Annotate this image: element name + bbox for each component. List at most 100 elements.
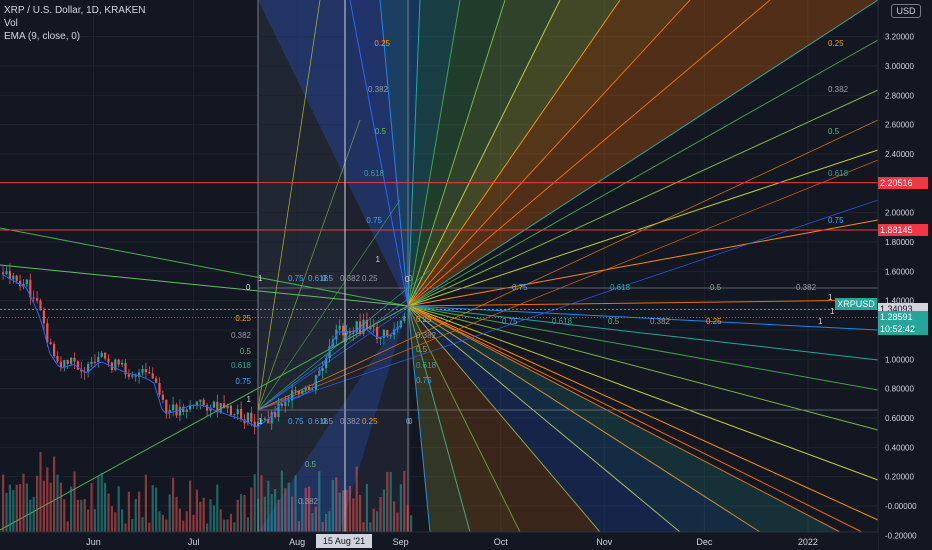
volume-bar: [161, 514, 164, 532]
candle-body: [148, 372, 151, 374]
legend-symbol[interactable]: XRP / U.S. Dollar, 1D, KRAKEN: [4, 4, 146, 17]
fib-top-row-label-3: 0.5: [322, 274, 334, 283]
fib-pivot-column-label-4: 0.75: [416, 376, 432, 385]
legend-volume[interactable]: Vol: [4, 17, 146, 30]
volume-bar: [141, 517, 144, 532]
volume-bar: [396, 512, 399, 532]
volume-bar: [104, 482, 107, 532]
candle-body: [2, 272, 5, 275]
volume-bar: [389, 471, 392, 532]
volume-bar: [277, 499, 280, 532]
volume-bar: [212, 505, 215, 532]
fan-up-label-4: 0.75: [366, 216, 382, 225]
candle-body: [359, 321, 362, 334]
volume-bar: [267, 480, 270, 532]
volume-bar: [107, 493, 110, 532]
candle-body: [202, 399, 205, 406]
volume-bar: [90, 483, 93, 532]
candle-body: [90, 361, 93, 365]
candle-body: [219, 403, 222, 413]
candle-body: [42, 310, 45, 324]
candle-body: [117, 359, 120, 365]
volume-bar: [25, 483, 28, 532]
volume-bar: [260, 475, 263, 532]
fib-top-row-label-1: 0.75: [288, 274, 304, 283]
volume-bar: [100, 473, 103, 532]
fan-upper-right-label-5: 1: [828, 293, 833, 302]
volume-bar: [287, 482, 290, 532]
candle-body: [226, 405, 229, 409]
price-tag-countdown: 10:52:42: [878, 323, 928, 336]
fib-top-row-label-0: 1: [258, 274, 263, 283]
volume-bar: [192, 514, 195, 532]
candle-body: [121, 362, 124, 365]
volume-bar: [297, 521, 300, 532]
volume-bar: [314, 506, 317, 532]
candle-body: [223, 403, 226, 409]
fib-top-row-label-5: 0.25: [362, 274, 378, 283]
volume-bar: [219, 509, 222, 532]
fib-pivot-column-label-1: 0.382: [416, 331, 437, 340]
fan-up-label-3: 0.618: [364, 169, 385, 178]
fib-bottom-zero-label: 0: [406, 417, 411, 426]
price-tag-line-2: 1.88145: [878, 224, 928, 237]
legend-ema[interactable]: EMA (9, close, 0): [4, 30, 146, 43]
currency-selector[interactable]: USD: [891, 4, 921, 18]
chart-container[interactable]: 1 0.75 0.618 0.5 0.382 0.25 0 1 0.75 0.618 0.5 0.38…: [0, 0, 932, 550]
volume-bar: [29, 499, 32, 532]
volume-bar: [158, 511, 161, 532]
volume-bar: [382, 489, 385, 532]
fib-bottom-row-label-1: 0.75: [288, 417, 304, 426]
y-tick-label-14: 0.40000: [885, 443, 914, 452]
y-tick-label-15: 0.20000: [885, 473, 914, 482]
volume-bar: [321, 522, 324, 532]
volume-bar: [243, 494, 246, 532]
volume-bar: [63, 499, 66, 532]
volume-bar: [32, 496, 35, 532]
fib-bottom-row-label-3: 0.5: [322, 417, 334, 426]
volume-bar: [134, 498, 137, 532]
volume-bar: [121, 509, 124, 532]
volume-bar: [56, 474, 59, 532]
volume-bar: [5, 492, 8, 532]
candle-body: [131, 375, 134, 377]
candle-body: [15, 275, 18, 281]
candle-body: [172, 404, 175, 411]
candle-body: [175, 404, 178, 416]
y-tick-label-3: 2.60000: [885, 121, 914, 130]
volume-bar: [165, 519, 168, 532]
volume-bar: [233, 522, 236, 532]
y-tick-label-17: -0.20000: [885, 531, 917, 540]
volume-bar: [270, 494, 273, 532]
x-tick-label-3: Sep: [393, 537, 409, 547]
volume-bar: [66, 521, 69, 532]
candle-body: [206, 405, 209, 411]
fib-pivot-column-label-0: 0.25: [416, 315, 432, 324]
fib-left-column-label-3: 0.618: [231, 361, 252, 370]
candle-body: [362, 319, 365, 334]
volume-bar: [195, 489, 198, 532]
volume-bar: [131, 519, 134, 532]
candle-body: [308, 386, 311, 390]
fib-left-column-label-5: 1: [247, 395, 252, 404]
fib-right-row-label-2: 0.5: [710, 283, 722, 292]
price-chart[interactable]: 1 0.75 0.6180.5 0.382 0.25 01 0.75 0.6180.5 0.38…: [0, 0, 932, 550]
volume-bar: [352, 498, 355, 532]
volume-bar: [294, 475, 297, 532]
volume-bar: [80, 499, 83, 532]
volume-bar: [335, 477, 338, 532]
volume-bar: [246, 517, 249, 532]
fan-upper-right-label-4: 0.75: [828, 216, 844, 225]
fib-right-row2-label-1: 0.618: [552, 317, 573, 326]
volume-bar: [148, 522, 151, 532]
volume-bar: [185, 511, 188, 532]
candle-body: [49, 342, 52, 344]
fib-bottom-row-label-0: 1: [258, 417, 263, 426]
volume-bar: [338, 492, 341, 532]
y-tick-label-13: 0.60000: [885, 414, 914, 423]
volume-bar: [318, 471, 321, 532]
time-axis-background: [0, 532, 878, 550]
candle-body: [274, 412, 277, 418]
y-tick-label-11: 1.00000: [885, 355, 914, 364]
fan-upper-right-label-3: 0.618: [828, 169, 849, 178]
